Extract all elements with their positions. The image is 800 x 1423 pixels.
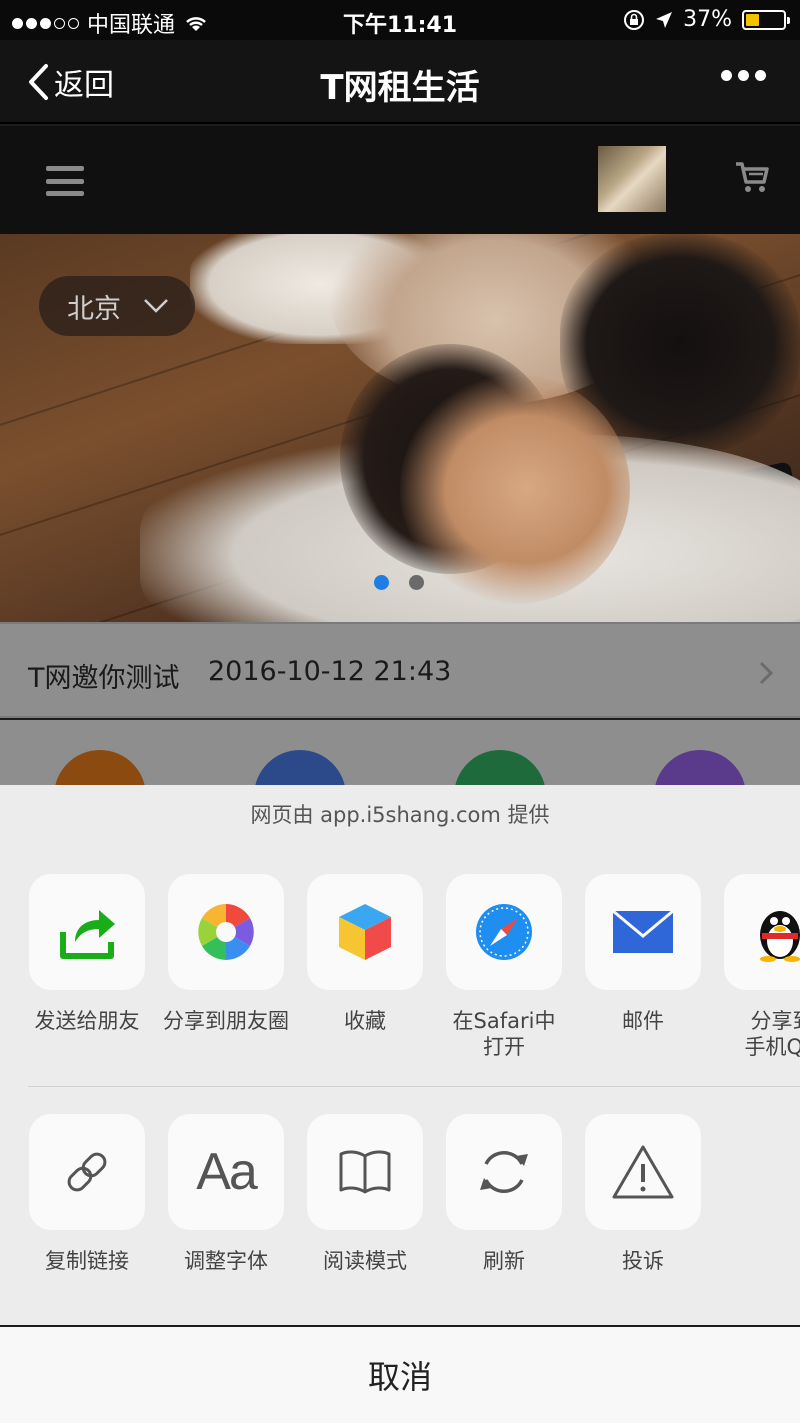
carousel-dot[interactable] [409,575,424,590]
link-icon [67,1152,107,1192]
share-sheet: 网页由 app.i5shang.com 提供 发送给朋友 分享到朋友圈 收藏 在… [0,785,800,1325]
battery-percent: 37% [683,7,732,32]
share-open-in-safari[interactable]: 在Safari中 打开 [434,874,574,1060]
battery-level [746,13,760,26]
share-qq[interactable]: 分享到 手机QQ [712,874,800,1060]
carousel-indicator [374,575,424,590]
row-divider [28,1086,800,1087]
tile-box [29,1114,145,1230]
share-mail[interactable]: 邮件 [573,874,713,1034]
share-send-to-friend[interactable]: 发送给朋友 [17,874,157,1034]
send-to-friend-icon [60,910,115,959]
share-row: 发送给朋友 分享到朋友圈 收藏 在Safari中 打开 邮件 分享 手机Q [0,874,800,1074]
safari-compass-icon [476,904,532,960]
banner-photo-part [400,374,630,604]
more-options-icon[interactable] [721,70,766,81]
tile-box [307,874,423,990]
cancel-button[interactable]: 取消 [0,1327,800,1423]
action-label: 刷新 [483,1249,525,1273]
share-label: 在Safari中 打开 [452,1009,556,1059]
qq-penguin-icon [760,911,800,962]
warning-icon [612,1145,674,1199]
page-title: T网租生活 [320,68,480,108]
share-label: 发送给朋友 [34,1009,140,1033]
battery-icon [742,9,790,30]
favorites-cube-icon [339,904,391,960]
navigation-bar: 返回 T网租生活 [0,40,800,124]
quick-links-row [0,720,800,842]
status-bar: 中国联通 下午11:41 37% [0,0,800,40]
web-header [0,126,800,234]
hamburger-menu-icon[interactable] [46,166,84,196]
banner-carousel[interactable]: 北京 [0,234,800,622]
notice-row[interactable]: T网邀你测试 2016-10-12 21:43 [0,622,800,718]
avatar[interactable] [598,146,666,212]
action-row: 复制链接 Aa 调整字体 阅读模式 刷新 投诉 [0,1114,800,1314]
share-label: 分享到朋友圈 [163,1009,289,1033]
chevron-right-icon [759,661,774,685]
share-moments[interactable]: 分享到朋友圈 [156,874,296,1034]
share-label: 分享到 手机QQ [744,1009,800,1059]
share-label: 邮件 [622,1009,664,1033]
action-label: 投诉 [622,1249,664,1273]
status-right: 37% [623,7,790,32]
share-favorites[interactable]: 收藏 [295,874,435,1034]
tile-box [585,1114,701,1230]
action-label: 调整字体 [184,1249,268,1273]
carousel-dot-active[interactable] [374,575,389,590]
share-source-text: 网页由 app.i5shang.com 提供 [250,803,550,827]
tile-box [446,1114,562,1230]
action-adjust-font[interactable]: Aa 调整字体 [156,1114,296,1274]
notice-title: T网邀你测试 [28,663,180,694]
action-label: 复制链接 [45,1249,129,1273]
tile-box [168,874,284,990]
moments-icon [198,904,254,960]
city-name: 北京 [67,293,121,325]
refresh-icon [480,1151,528,1193]
mail-icon [612,910,674,953]
tile-box [446,874,562,990]
location-arrow-icon [656,11,673,28]
city-selector[interactable]: 北京 [39,276,195,336]
notice-time: 2016-10-12 21:43 [208,656,452,687]
action-report[interactable]: 投诉 [573,1114,713,1274]
tile-box [307,1114,423,1230]
font-icon: Aa [196,1143,258,1201]
tile-box: Aa [168,1114,284,1230]
tile-box [29,874,145,990]
share-label: 收藏 [344,1009,386,1033]
orientation-lock-icon [624,9,645,30]
action-label: 阅读模式 [323,1249,407,1273]
action-reading-mode[interactable]: 阅读模式 [295,1114,435,1274]
action-refresh[interactable]: 刷新 [434,1114,574,1274]
shopping-cart-icon[interactable] [734,160,770,194]
book-icon [339,1150,391,1194]
tile-box [724,874,800,990]
chevron-down-icon [144,299,168,313]
action-copy-link[interactable]: 复制链接 [17,1114,157,1274]
tile-box [585,874,701,990]
